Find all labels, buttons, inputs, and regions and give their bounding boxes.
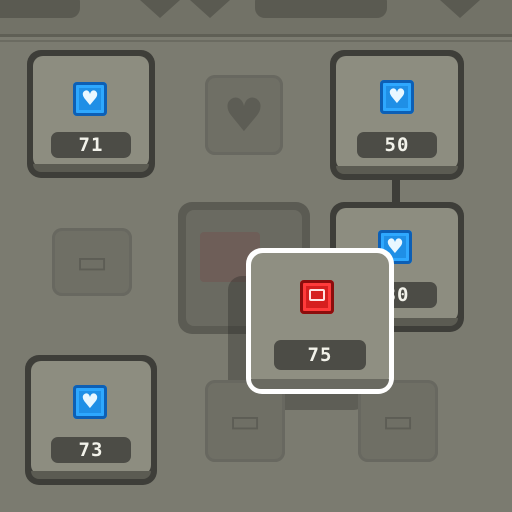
top-arrow-right[interactable] [440,0,480,18]
heart-outline-icon: ♥ [223,88,265,142]
top-bar [0,0,512,37]
heart-tile-top-left[interactable]: ♥ 71 [27,50,155,178]
top-tab-center[interactable] [255,0,387,18]
selected-value: 75 [274,340,366,370]
tile-value: 50 [357,132,437,158]
red-module-icon [300,280,334,314]
divider [0,40,512,42]
top-arrow-mid[interactable] [190,0,230,18]
heart-tile-top-right[interactable]: ♥ 50 [330,50,464,180]
heart-tile-bottom-left[interactable]: ♥ 73 [25,355,157,485]
selected-module-tile[interactable]: 75 [246,248,394,394]
heart-icon: ♥ [380,80,414,114]
tile-value: 73 [51,437,131,463]
top-tab-left[interactable] [0,0,80,18]
module-outline-icon: ▭ [75,242,109,282]
top-arrow-left[interactable] [140,0,180,18]
locked-heart-slot[interactable]: ♥ [205,75,283,155]
heart-icon: ♥ [73,82,107,116]
heart-icon: ♥ [73,385,107,419]
locked-module-slot-left[interactable]: ▭ [52,228,132,296]
skill-grid-screen: ♥ 71 ♥ ♥ 50 ▭ ♥ 80 ▭ ▭ 75 ♥ 73 [0,0,512,512]
tile-value: 71 [51,132,131,158]
